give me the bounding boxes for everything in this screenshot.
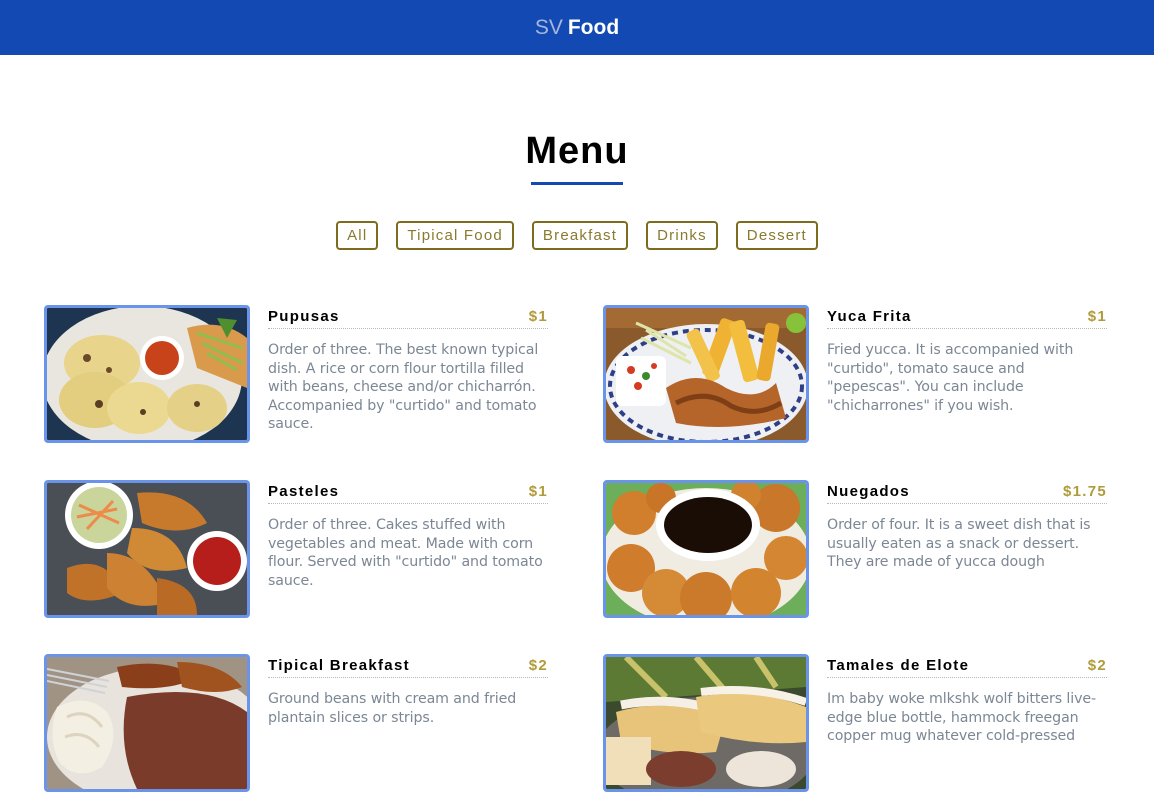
item-info: Pasteles $1 Order of three. Cakes stuffe… — [268, 480, 548, 604]
item-price: $1 — [528, 308, 548, 325]
item-info: Tamales de Elote $2 Im baby woke mlkshk … — [827, 654, 1107, 760]
filter-all-button[interactable]: All — [336, 221, 379, 250]
menu-item-pupusas: Pupusas $1 Order of three. The best know… — [44, 305, 548, 443]
item-description: Ground beans with cream and fried planta… — [268, 691, 517, 726]
item-info: Yuca Frita $1 Fried yucca. It is accompa… — [827, 305, 1107, 429]
item-price: $1 — [528, 483, 548, 500]
item-price: $1 — [1087, 308, 1107, 325]
item-info: Pupusas $1 Order of three. The best know… — [268, 305, 548, 448]
item-header: Pupusas $1 — [268, 305, 548, 329]
filter-dessert-button[interactable]: Dessert — [735, 221, 818, 250]
brand-name: Food — [567, 15, 620, 39]
item-info: Nuegados $1.75 Order of four. It is a sw… — [827, 480, 1107, 586]
item-name: Pasteles — [268, 483, 340, 500]
navbar: SV Food — [0, 0, 1154, 55]
filter-tipical-food-button[interactable]: Tipical Food — [396, 221, 514, 250]
item-description: Order of four. It is a sweet dish that i… — [827, 517, 1091, 570]
filter-drinks-button[interactable]: Drinks — [646, 221, 718, 250]
item-price: $2 — [528, 657, 548, 674]
pasteles-photo — [44, 480, 250, 618]
item-header: Tipical Breakfast $2 — [268, 654, 548, 678]
item-description: Fried yucca. It is accompanied with "cur… — [827, 342, 1074, 414]
menu-item-pasteles: Pasteles $1 Order of three. Cakes stuffe… — [44, 480, 548, 618]
pupusas-photo — [44, 305, 250, 443]
item-header: Yuca Frita $1 — [827, 305, 1107, 329]
page-title: Menu — [525, 130, 629, 172]
menu-item-nuegados: Nuegados $1.75 Order of four. It is a sw… — [603, 480, 1107, 618]
item-name: Nuegados — [827, 483, 910, 500]
item-name: Yuca Frita — [827, 308, 912, 325]
brand-logo[interactable]: SV Food — [535, 16, 619, 40]
item-header: Tamales de Elote $2 — [827, 654, 1107, 678]
tamales-photo — [603, 654, 809, 792]
item-name: Tipical Breakfast — [268, 657, 410, 674]
filter-bar: All Tipical Food Breakfast Drinks Desser… — [0, 221, 1154, 250]
menu-item-tamales-de-elote: Tamales de Elote $2 Im baby woke mlkshk … — [603, 654, 1107, 792]
brand-prefix: SV — [534, 15, 563, 39]
item-description: Im baby woke mlkshk wolf bitters live-ed… — [827, 691, 1097, 744]
breakfast-photo — [44, 654, 250, 792]
menu-header: Menu — [0, 130, 1154, 185]
item-header: Nuegados $1.75 — [827, 480, 1107, 504]
item-price: $1.75 — [1062, 483, 1107, 500]
item-price: $2 — [1087, 657, 1107, 674]
menu-item-yuca-frita: Yuca Frita $1 Fried yucca. It is accompa… — [603, 305, 1107, 443]
item-header: Pasteles $1 — [268, 480, 548, 504]
item-description: Order of three. The best known typical d… — [268, 342, 539, 432]
nuegados-photo — [603, 480, 809, 618]
item-description: Order of three. Cakes stuffed with veget… — [268, 517, 543, 589]
menu-item-tipical-breakfast: Tipical Breakfast $2 Ground beans with c… — [44, 654, 548, 792]
filter-breakfast-button[interactable]: Breakfast — [531, 221, 629, 250]
item-name: Tamales de Elote — [827, 657, 970, 674]
title-underline — [531, 182, 623, 185]
item-name: Pupusas — [268, 308, 340, 325]
item-info: Tipical Breakfast $2 Ground beans with c… — [268, 654, 548, 741]
yuca-frita-photo — [603, 305, 809, 443]
